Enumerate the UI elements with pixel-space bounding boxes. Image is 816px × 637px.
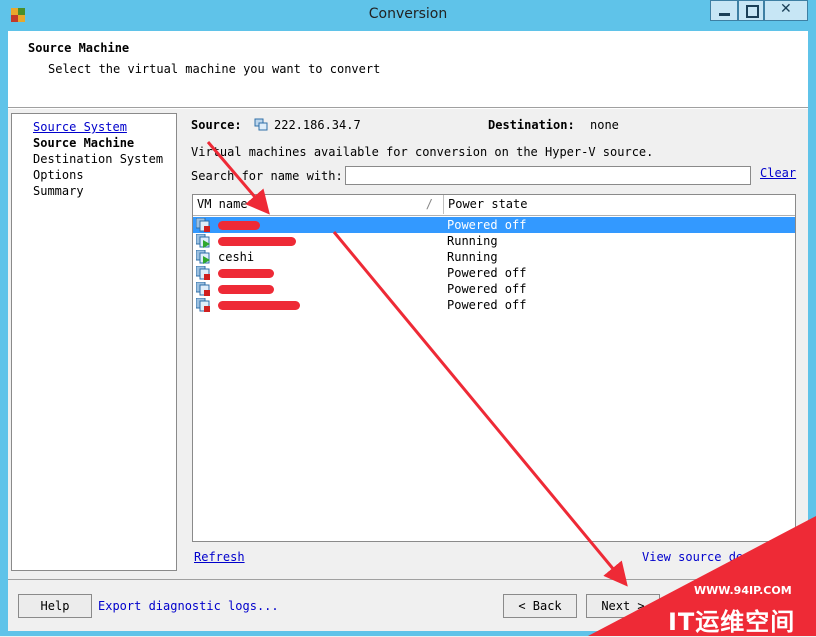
vm-name-redacted xyxy=(218,281,274,297)
back-button[interactable]: < Back xyxy=(503,594,577,618)
export-logs-link[interactable]: Export diagnostic logs... xyxy=(98,599,279,613)
source-label: Source: xyxy=(191,118,242,132)
vm-power-state: Powered off xyxy=(447,218,527,232)
vm-name-redacted xyxy=(218,217,260,233)
vm-power-state: Running xyxy=(447,250,498,264)
search-label: Search for name with: xyxy=(191,169,343,183)
table-row[interactable]: Powered off xyxy=(193,217,795,233)
column-vm-name[interactable]: VM name / xyxy=(193,195,444,214)
help-button[interactable]: Help xyxy=(18,594,92,618)
dialog-body: Source Machine Select the virtual machin… xyxy=(8,31,808,631)
window-frame: Conversion ✕ Source Machine Select the v… xyxy=(0,0,816,636)
wizard-steps: Source System Source Machine Destination… xyxy=(11,113,177,571)
page-title: Source Machine xyxy=(28,41,130,55)
step-options: Options xyxy=(33,168,84,182)
title-bar[interactable]: Conversion ✕ xyxy=(0,0,816,30)
minimize-button[interactable] xyxy=(710,0,738,21)
list-header: VM name / Power state xyxy=(193,195,795,216)
column-power-state[interactable]: Power state xyxy=(444,195,795,214)
column-vm-name-label: VM name xyxy=(197,197,248,211)
close-button[interactable]: ✕ xyxy=(764,0,808,21)
close-icon: ✕ xyxy=(780,1,792,17)
step-source-machine: Source Machine xyxy=(33,136,135,150)
vm-powered-off-icon xyxy=(196,282,210,296)
table-row[interactable]: ceshi Running xyxy=(193,249,795,265)
vm-power-state: Powered off xyxy=(447,282,527,296)
view-source-details-link[interactable]: View source de xyxy=(642,550,743,564)
help-button-label: Help xyxy=(40,599,70,613)
step-source-system[interactable]: Source System xyxy=(33,120,127,134)
header-divider xyxy=(8,108,808,109)
vm-powered-off-icon xyxy=(196,266,210,280)
step-summary: Summary xyxy=(33,184,84,198)
watermark-brand: IT运维空间 xyxy=(668,608,796,636)
back-button-label: < Back xyxy=(518,599,562,613)
vm-powered-off-icon xyxy=(196,298,210,312)
search-input[interactable] xyxy=(345,166,751,185)
vm-power-state: Powered off xyxy=(447,266,527,280)
vm-name: ceshi xyxy=(218,250,255,264)
step-destination-system: Destination System xyxy=(33,152,164,166)
table-row[interactable]: Running xyxy=(193,233,795,249)
footer-divider xyxy=(8,579,808,580)
destination-value: none xyxy=(590,118,619,132)
maximize-button[interactable] xyxy=(738,0,764,21)
page-header: Source Machine Select the virtual machin… xyxy=(8,31,808,108)
page-subtitle: Select the virtual machine you want to c… xyxy=(48,62,381,76)
vm-name-redacted xyxy=(218,265,274,281)
watermark-url: WWW.94IP.COM xyxy=(694,584,792,597)
vm-power-state: Powered off xyxy=(447,298,527,312)
vm-name-redacted xyxy=(218,297,300,313)
vm-running-icon xyxy=(196,250,210,264)
vm-running-icon xyxy=(196,234,210,248)
minimize-icon xyxy=(719,13,730,16)
sort-indicator-icon: / xyxy=(425,197,433,211)
source-value: 222.186.34.7 xyxy=(274,118,361,132)
refresh-link[interactable]: Refresh xyxy=(194,550,245,564)
next-button-label: Next > xyxy=(601,599,645,613)
vm-powered-off-icon xyxy=(196,218,210,232)
next-button[interactable]: Next > xyxy=(586,594,660,618)
network-server-icon xyxy=(254,118,268,131)
table-row[interactable]: Powered off xyxy=(193,297,795,313)
vm-power-state: Running xyxy=(447,234,498,248)
clear-link[interactable]: Clear xyxy=(760,166,796,180)
available-vms-text: Virtual machines available for conversio… xyxy=(191,145,654,159)
vm-name-redacted xyxy=(218,233,296,249)
vm-list[interactable]: VM name / Power state Powered off Runnin… xyxy=(192,194,796,542)
table-row[interactable]: Powered off xyxy=(193,281,795,297)
window-title: Conversion xyxy=(368,6,448,22)
destination-label: Destination: xyxy=(488,118,575,132)
table-row[interactable]: Powered off xyxy=(193,265,795,281)
maximize-icon xyxy=(746,5,759,18)
